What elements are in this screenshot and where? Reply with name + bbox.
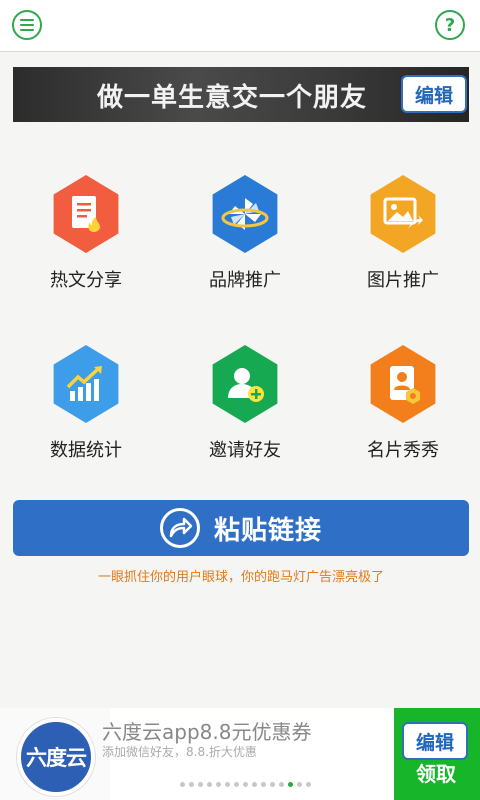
carousel-dot[interactable] bbox=[270, 782, 275, 787]
carousel-dot[interactable] bbox=[279, 782, 284, 787]
ad-edit-button[interactable]: 编辑 bbox=[402, 722, 468, 760]
banner-edit-button[interactable]: 编辑 bbox=[401, 75, 467, 113]
grid-item-statistics[interactable]: 数据统计 bbox=[21, 345, 151, 465]
ad-subtitle: 添加微信好友，8.8.折大优惠 bbox=[102, 745, 257, 759]
carousel-dot[interactable] bbox=[252, 782, 257, 787]
carousel-dot[interactable] bbox=[297, 782, 302, 787]
business-card-icon bbox=[370, 345, 436, 423]
brand-promotion-icon bbox=[212, 175, 278, 253]
image-promotion-icon bbox=[370, 175, 436, 253]
carousel-dot[interactable] bbox=[207, 782, 212, 787]
ad-logo: 六度云 bbox=[17, 718, 95, 796]
tip-text: 一眼抓住你的用户眼球，你的跑马灯广告漂亮极了 bbox=[97, 570, 384, 585]
banner-text: 做一单生意交一个朋友 bbox=[97, 83, 368, 113]
ad-card[interactable]: 六度云 六度云app8.8元优惠券 添加微信好友，8.8.折大优惠 编辑 领取 bbox=[0, 708, 480, 800]
hot-article-icon bbox=[53, 175, 119, 253]
ad-title: 六度云app8.8元优惠券 bbox=[102, 720, 312, 744]
carousel-dot[interactable] bbox=[189, 782, 194, 787]
grid-item-brand-promotion[interactable]: 品牌推广 bbox=[180, 175, 310, 295]
menu-icon bbox=[20, 16, 34, 34]
top-bar: ? bbox=[0, 0, 480, 52]
grid-label: 名片秀秀 bbox=[367, 440, 439, 461]
grid-label: 品牌推广 bbox=[209, 270, 281, 291]
ad-claim-panel[interactable]: 编辑 领取 bbox=[394, 708, 480, 800]
carousel-dot[interactable] bbox=[243, 782, 248, 787]
claim-button[interactable]: 领取 bbox=[416, 758, 456, 787]
help-button[interactable]: ? bbox=[435, 10, 465, 40]
carousel-dot[interactable] bbox=[234, 782, 239, 787]
grid-label: 图片推广 bbox=[367, 270, 439, 291]
grid-item-image-promotion[interactable]: 图片推广 bbox=[338, 175, 468, 295]
carousel-dots bbox=[180, 782, 311, 787]
carousel-dot[interactable] bbox=[261, 782, 266, 787]
invite-friend-icon bbox=[212, 345, 278, 423]
help-icon: ? bbox=[444, 14, 456, 36]
carousel-dot[interactable] bbox=[216, 782, 221, 787]
paste-link-button[interactable]: 粘贴链接 bbox=[13, 500, 469, 556]
carousel-dot[interactable] bbox=[225, 782, 230, 787]
carousel-dot[interactable] bbox=[306, 782, 311, 787]
paste-link-label: 粘贴链接 bbox=[213, 515, 322, 546]
grid-label: 热文分享 bbox=[50, 270, 122, 291]
carousel-dot[interactable] bbox=[180, 782, 185, 787]
grid-item-invite-friend[interactable]: 邀请好友 bbox=[180, 345, 310, 465]
share-arrow-icon bbox=[159, 508, 200, 548]
grid-label: 邀请好友 bbox=[209, 440, 281, 461]
grid-item-business-card[interactable]: 名片秀秀 bbox=[338, 345, 468, 465]
menu-button[interactable] bbox=[12, 10, 42, 40]
marquee-banner: 做一单生意交一个朋友 编辑 bbox=[13, 67, 469, 122]
carousel-dot[interactable] bbox=[288, 782, 293, 787]
grid-label: 数据统计 bbox=[50, 440, 122, 461]
statistics-icon bbox=[53, 345, 119, 423]
carousel-dot[interactable] bbox=[198, 782, 203, 787]
grid-item-hot-article[interactable]: 热文分享 bbox=[21, 175, 151, 295]
